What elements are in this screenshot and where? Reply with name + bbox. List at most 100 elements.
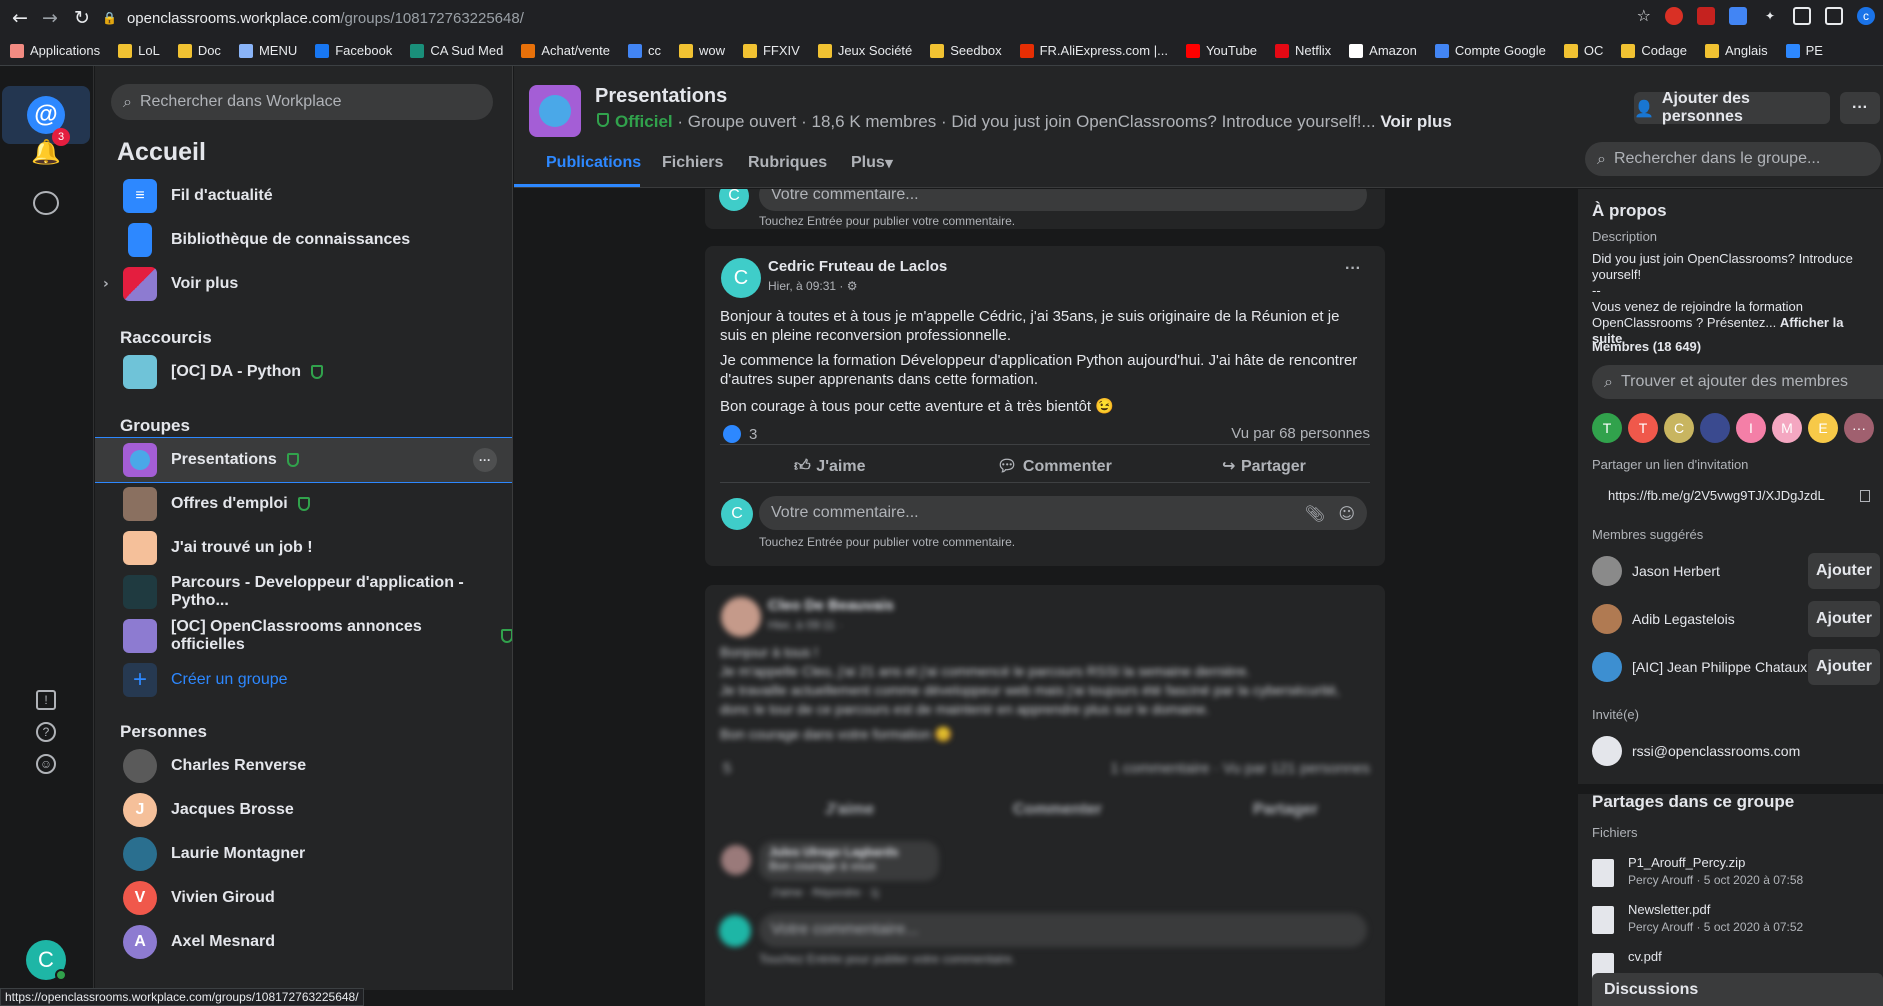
tab-files[interactable]: Fichiers: [662, 154, 723, 172]
like-button[interactable]: J'aime: [825, 801, 874, 819]
share-button[interactable]: Partager: [1253, 801, 1318, 819]
member-avatar[interactable]: I: [1736, 413, 1766, 443]
discussions-tab[interactable]: Discussions: [1592, 973, 1883, 1006]
translate-icon[interactable]: [1729, 6, 1747, 25]
sidebar-person[interactable]: Charles Renverse: [95, 746, 512, 786]
member-search-input[interactable]: ⌕ Trouver et ajouter des membres: [1592, 365, 1883, 399]
tab-publications[interactable]: Publications: [546, 154, 641, 172]
group-search-input[interactable]: ⌕ Rechercher dans le groupe...: [1585, 142, 1881, 176]
workplace-search[interactable]: ⌕ Rechercher dans Workplace: [111, 84, 493, 120]
user-avatar[interactable]: C: [26, 940, 67, 981]
sidebar-group-oc-announcements[interactable]: [OC] OpenClassrooms annonces officielles: [95, 616, 512, 656]
members-count[interactable]: Membres (18 649): [1592, 339, 1701, 354]
chat-icon[interactable]: [28, 185, 64, 221]
bookmark-item[interactable]: Applications: [10, 43, 100, 58]
member-avatar[interactable]: M: [1772, 413, 1802, 443]
member-avatar[interactable]: ···: [1844, 413, 1874, 443]
bookmark-item[interactable]: Doc: [177, 43, 221, 58]
reading-list-icon[interactable]: [1825, 6, 1843, 25]
feedback-icon[interactable]: ☺: [36, 754, 56, 774]
seen-by[interactable]: Vu par 68 personnes: [1231, 425, 1370, 442]
post-options-button[interactable]: ···: [1345, 260, 1361, 278]
bookmark-item[interactable]: Compte Google: [1434, 43, 1546, 58]
extension-red-icon[interactable]: [1665, 6, 1683, 25]
share-button[interactable]: ↪ Partager: [1222, 456, 1306, 476]
notifications-icon[interactable]: 🔔 3: [28, 128, 70, 170]
bookmark-item[interactable]: FR.AliExpress.com |...: [1019, 43, 1168, 58]
bookmark-item[interactable]: Netflix: [1275, 43, 1331, 58]
tab-topics[interactable]: Rubriques: [748, 154, 827, 172]
sidebar-group-job-offers[interactable]: Offres d'emploi: [95, 484, 512, 524]
sidebar-person[interactable]: Laurie Montagner: [95, 834, 512, 874]
add-people-button[interactable]: 👤 Ajouter des personnes: [1634, 90, 1830, 125]
attach-icon[interactable]: 📎︎: [1305, 504, 1325, 523]
member-avatar[interactable]: T: [1628, 413, 1658, 443]
suggested-member[interactable]: [AIC] Jean Philippe Chataux: [1592, 649, 1807, 685]
bookmark-item[interactable]: Amazon: [1349, 43, 1417, 58]
author-avatar[interactable]: [721, 597, 761, 637]
group-options-button[interactable]: ···: [473, 448, 497, 472]
comment-button[interactable]: 💬︎ Commenter: [997, 456, 1112, 476]
add-member-button[interactable]: Ajouter: [1808, 601, 1880, 637]
member-avatar[interactable]: T: [1592, 413, 1622, 443]
bookmark-item[interactable]: Jeux Société: [817, 43, 912, 58]
bookmark-item[interactable]: wow: [678, 43, 725, 58]
sidebar-item-see-more[interactable]: › Voir plus: [95, 264, 512, 304]
copy-icon[interactable]: [1860, 490, 1870, 502]
member-avatar[interactable]: E: [1808, 413, 1838, 443]
create-group-button[interactable]: + Créer un groupe: [95, 660, 512, 700]
pdf-extension-icon[interactable]: [1697, 6, 1715, 25]
reaction-count[interactable]: 3: [723, 425, 757, 443]
reaction-count[interactable]: 5: [723, 760, 731, 777]
group-name[interactable]: Presentations: [595, 85, 727, 108]
sidebar-person[interactable]: A Axel Mesnard: [95, 922, 512, 962]
bookmark-item[interactable]: Facebook: [315, 43, 392, 58]
see-more-link[interactable]: Voir plus: [1380, 112, 1451, 131]
shared-file[interactable]: Newsletter.pdf Percy Arouff · 5 oct 2020 …: [1592, 902, 1803, 934]
reply-actions[interactable]: J'aime · Répondre · 1j: [771, 887, 879, 899]
back-icon[interactable]: ←: [6, 7, 34, 29]
comment-input[interactable]: Votre commentaire...: [759, 189, 1367, 211]
comment-input[interactable]: Votre commentaire...: [759, 913, 1367, 947]
post-time[interactable]: Hier, à 09:11 ·: [768, 618, 842, 632]
bookmark-item[interactable]: FFXIV: [742, 43, 800, 58]
post-time[interactable]: Hier, à 09:31 · ⚙: [768, 279, 857, 293]
bookmark-item[interactable]: Achat/vente: [521, 43, 610, 58]
address-bar[interactable]: 🔒 openclassrooms.workplace.com/groups/10…: [102, 5, 1646, 31]
report-icon[interactable]: !: [36, 690, 56, 710]
suggested-member[interactable]: Adib Legastelois: [1592, 601, 1735, 637]
bookmark-item[interactable]: OC: [1563, 43, 1603, 58]
bookmark-item[interactable]: YouTube: [1185, 43, 1257, 58]
bookmark-item[interactable]: Seedbox: [930, 43, 1002, 58]
author-name[interactable]: Cleo De Beauvais: [768, 597, 894, 614]
forward-icon[interactable]: →: [36, 7, 64, 29]
bookmark-item[interactable]: CA Sud Med: [410, 43, 503, 58]
sidebar-person[interactable]: V Vivien Giroud: [95, 878, 512, 918]
sidebar-group-presentations[interactable]: Presentations ···: [95, 437, 512, 483]
like-button[interactable]: 👍︎ J'aime: [794, 456, 865, 476]
bookmark-item[interactable]: LoL: [118, 43, 160, 58]
bookmark-item[interactable]: Anglais: [1704, 43, 1768, 58]
shared-file[interactable]: P1_Arouff_Percy.zip Percy Arouff · 5 oct …: [1592, 855, 1803, 887]
sidebar-shortcut-da-python[interactable]: [OC] DA - Python: [95, 352, 512, 392]
member-avatar[interactable]: C: [1664, 413, 1694, 443]
puzzle-icon[interactable]: ✦: [1761, 7, 1779, 25]
comment-button[interactable]: Commenter: [1013, 801, 1102, 819]
sidebar-item-knowledge-library[interactable]: Bibliothèque de connaissances: [95, 220, 512, 260]
bookmark-item[interactable]: MENU: [238, 43, 297, 58]
sidebar-item-news-feed[interactable]: ≡ Fil d'actualité: [95, 176, 512, 216]
bookmark-item[interactable]: Codage: [1621, 43, 1687, 58]
add-member-button[interactable]: Ajouter: [1808, 553, 1880, 589]
reload-icon[interactable]: ↻: [68, 7, 96, 29]
more-options-button[interactable]: ···: [1840, 92, 1880, 124]
cast-icon[interactable]: [1793, 6, 1811, 25]
author-name[interactable]: Cedric Fruteau de Laclos: [768, 258, 947, 275]
post-stats[interactable]: 1 commentaire · Vu par 121 personnes: [1110, 760, 1370, 777]
star-icon[interactable]: ☆: [1637, 6, 1651, 25]
sidebar-person[interactable]: J Jacques Brosse: [95, 790, 512, 830]
bookmark-item[interactable]: cc: [627, 43, 661, 58]
profile-avatar[interactable]: c: [1857, 6, 1875, 25]
help-icon[interactable]: ?: [36, 722, 56, 742]
member-avatar[interactable]: [1700, 413, 1730, 443]
tab-more[interactable]: Plus▼: [851, 154, 893, 172]
